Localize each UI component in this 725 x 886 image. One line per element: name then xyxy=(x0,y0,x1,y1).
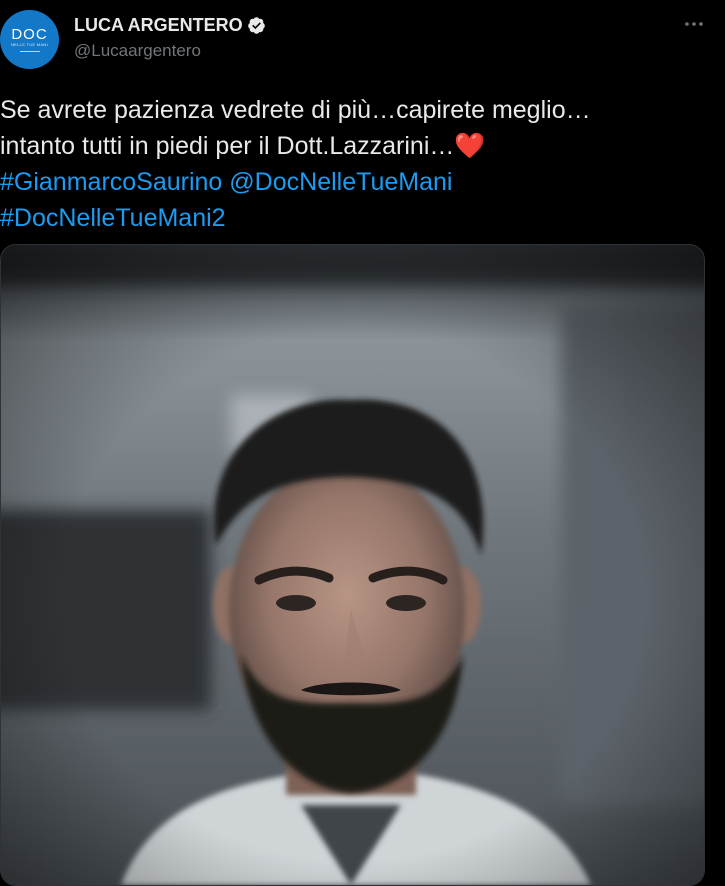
verified-badge-icon xyxy=(247,17,265,34)
tweet: DOC NELLE TUE MANI LUCA ARGENTERO @Lucaa… xyxy=(0,0,725,886)
portrait-photo xyxy=(1,245,704,885)
avatar-logo-text: DOC xyxy=(11,26,48,43)
tweet-line-2: intanto tutti in piedi per il Dott.Lazza… xyxy=(0,132,455,160)
more-dots-glyph xyxy=(685,22,703,26)
author-handle[interactable]: @Lucaargentero xyxy=(74,41,201,61)
author-name[interactable]: LUCA ARGENTERO xyxy=(74,15,243,36)
hashtag-gianmarcosaurino-link[interactable]: #GianmarcoSaurino xyxy=(0,168,222,196)
heart-emoji: ❤️ xyxy=(454,132,486,160)
tweet-text: Se avrete pazienza vedrete di più…capire… xyxy=(0,92,700,236)
more-options-icon[interactable] xyxy=(682,12,706,36)
tweet-photo[interactable] xyxy=(0,244,705,886)
avatar-logo-divider xyxy=(19,51,40,52)
author-name-row[interactable]: LUCA ARGENTERO xyxy=(74,15,266,36)
hashtag-docnelletuemani2-link[interactable]: #DocNelleTueMani2 xyxy=(0,204,226,232)
avatar-logo-subtext: NELLE TUE MANI xyxy=(10,42,49,47)
mention-docnelletuemani-link[interactable]: @DocNelleTueMani xyxy=(229,168,452,196)
avatar[interactable]: DOC NELLE TUE MANI xyxy=(0,10,59,69)
tweet-line-1: Se avrete pazienza vedrete di più…capire… xyxy=(0,96,591,124)
